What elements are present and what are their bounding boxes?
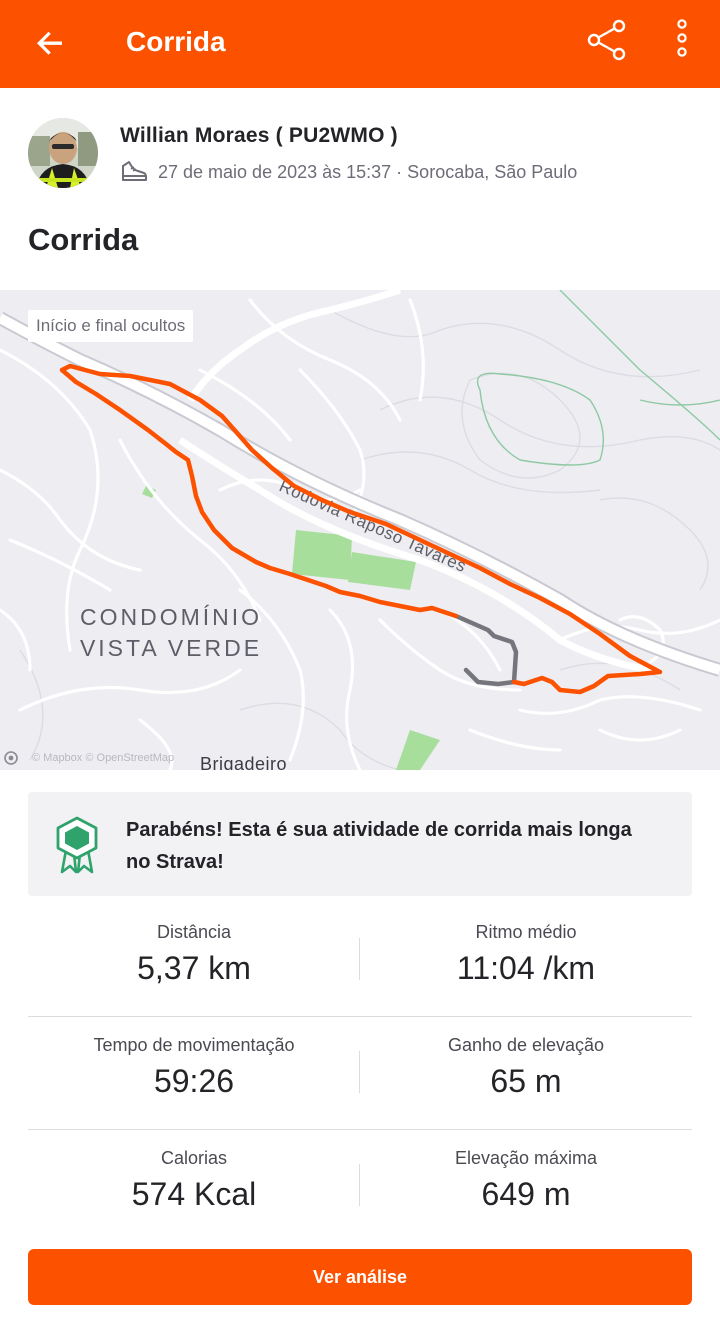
stat-label: Distância (156, 922, 232, 942)
stat-value: 5,37 km (137, 950, 251, 986)
page-title: Corrida (126, 26, 226, 57)
stat-label: Tempo de movimentação (93, 1035, 295, 1055)
stat-value: 59:26 (153, 1063, 235, 1099)
stats-grid: Distância 5,37 km Ritmo médio 11:04 /km … (28, 904, 692, 1243)
stat-value: 574 Kcal (131, 1176, 257, 1212)
more-vertical-icon[interactable] (664, 16, 700, 68)
athlete-name[interactable]: Willian Moraes ( PU2WMO ) (120, 122, 398, 150)
avatar[interactable] (28, 118, 98, 188)
stat-value: 65 m (490, 1063, 562, 1099)
achievement-text: Parabéns! Esta é sua atividade de corrid… (126, 819, 632, 873)
area-label: CONDOMÍNIO VISTA VERDE (79, 604, 263, 661)
stats-row: Tempo de movimentação 59:26 Ganho de ele… (28, 1017, 692, 1130)
running-shoe-icon (122, 161, 147, 181)
attribution-text: © Mapbox © OpenStreetMap (32, 752, 175, 764)
stat-value: 11:04 /km (456, 950, 596, 986)
route-map[interactable]: Rodovia Raposo Tavares Início e final oc… (0, 290, 720, 770)
share-icon[interactable] (582, 16, 634, 68)
arrow-left-icon[interactable] (26, 20, 74, 68)
activity-date-location: 27 de maio de 2023 às 15:37 · Sorocaba, … (158, 162, 578, 182)
stat-average-pace: Ritmo médio 11:04 /km (360, 920, 692, 990)
map-attribution[interactable]: © Mapbox © OpenStreetMap (4, 750, 174, 766)
achievement-card[interactable]: Parabéns! Esta é sua atividade de corrid… (28, 792, 692, 896)
app-bar: Corrida (0, 0, 720, 88)
stat-moving-time: Tempo de movimentação 59:26 (28, 1033, 360, 1103)
stat-label: Calorias (160, 1148, 228, 1168)
stat-max-elevation: Elevação máxima 649 m (360, 1146, 692, 1216)
stat-label: Ritmo médio (475, 922, 577, 942)
view-analysis-button[interactable]: Ver análise (28, 1249, 692, 1305)
stat-label: Ganho de elevação (447, 1035, 605, 1055)
activity-title: Corrida (28, 222, 139, 257)
stat-elevation-gain: Ganho de elevação 65 m (360, 1033, 692, 1103)
activity-meta: 27 de maio de 2023 às 15:37 · Sorocaba, … (120, 158, 577, 186)
stats-row: Calorias 574 Kcal Elevação máxima 649 m (28, 1130, 692, 1243)
stat-label: Elevação máxima (454, 1148, 598, 1168)
athlete-header: Willian Moraes ( PU2WMO ) 27 de maio de … (0, 88, 720, 288)
place-label: Brigadeiro (200, 754, 288, 770)
stat-distance: Distância 5,37 km (28, 920, 360, 990)
privacy-label: Início e final ocultos (28, 310, 194, 342)
stat-value: 649 m (481, 1176, 571, 1212)
mapbox-logo-icon (4, 751, 18, 765)
stats-row: Distância 5,37 km Ritmo médio 11:04 /km (28, 904, 692, 1017)
stat-calories: Calorias 574 Kcal (28, 1146, 360, 1216)
achievement-medal-icon (56, 816, 98, 874)
map-canvas: Rodovia Raposo Tavares (0, 290, 720, 770)
